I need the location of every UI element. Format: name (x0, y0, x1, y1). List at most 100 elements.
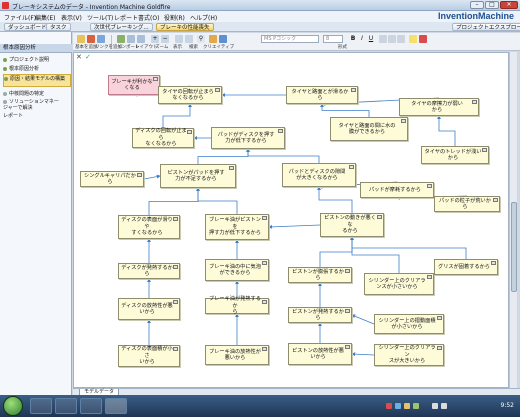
cause-link[interactable] (197, 148, 250, 164)
node-expand-icon[interactable] (173, 300, 178, 304)
cause-node[interactable]: ピストンの動きが悪くな るから (320, 213, 384, 237)
cause-link[interactable] (246, 148, 320, 163)
node-expand-icon[interactable] (262, 300, 267, 304)
node-expand-icon[interactable] (427, 184, 432, 188)
node-expand-icon[interactable] (437, 346, 442, 350)
cause-link[interactable] (350, 236, 467, 259)
cause-node[interactable]: ディスクの表面積が小さ いから (118, 345, 180, 367)
menu-help[interactable]: ヘルプ(H) (190, 13, 217, 22)
menu-view[interactable]: 表示(V) (61, 13, 82, 22)
node-expand-icon[interactable] (491, 261, 496, 265)
node-expand-icon[interactable] (427, 275, 432, 279)
cause-node[interactable]: ブレーキ油の中に気泡 ができるから (205, 259, 269, 281)
node-expand-icon[interactable] (262, 216, 267, 220)
menu-file[interactable]: ファイル(F) (4, 13, 36, 22)
fill-color-icon[interactable] (409, 35, 417, 43)
taskbar-explorer-icon[interactable] (30, 398, 52, 414)
cause-node[interactable]: ピストンが発熱するから (288, 307, 352, 323)
cause-node[interactable]: シリンダー上の摺動面積 が小さいから (374, 314, 444, 334)
node-expand-icon[interactable] (215, 88, 220, 92)
sidebar-item-cause-effect-model[interactable]: 原因・結果モデルの構築 (3, 74, 71, 87)
sidebar-item-core-problem[interactable]: 中核問題の特定 (3, 90, 71, 97)
cause-link[interactable] (351, 314, 375, 325)
tab-next-gen[interactable]: 次世代ブレーキング... (90, 23, 153, 31)
creative-icon[interactable] (209, 35, 217, 43)
diagram-canvas[interactable]: ✕ ✓ ブレーキが利かなくなる タイヤの回転が止まら なくなるから タイヤと路面とが… (73, 52, 509, 388)
cause-node[interactable]: グリスが固着するから (434, 259, 498, 275)
add-node-icon[interactable] (77, 35, 85, 43)
node-expand-icon[interactable] (262, 347, 267, 351)
align-right-icon[interactable] (397, 35, 405, 43)
taskbar-browser-icon[interactable] (55, 398, 77, 414)
taskbar-media-icon[interactable] (80, 398, 102, 414)
maximize-button[interactable]: □ (485, 1, 499, 9)
view-icon[interactable] (175, 35, 183, 43)
node-expand-icon[interactable] (377, 215, 382, 219)
add-link-icon[interactable] (97, 35, 105, 43)
node-expand-icon[interactable] (278, 129, 283, 133)
zoom-out-icon[interactable]: − (161, 35, 169, 43)
node-expand-icon[interactable] (137, 173, 142, 177)
tab-brake-loss[interactable]: ブレーキの性能喪失 (156, 23, 214, 31)
node-expand-icon[interactable] (187, 130, 192, 134)
add-problem-icon[interactable] (87, 35, 95, 43)
node-expand-icon[interactable] (345, 309, 350, 313)
cause-node[interactable]: ディスクが発熱するから (118, 263, 180, 279)
cause-link[interactable] (319, 236, 354, 267)
cause-node[interactable]: タイヤと路面の間に水の 膜ができるから (330, 117, 408, 141)
cause-node[interactable]: シリンダー上のクリアラン スが大きいから (374, 344, 444, 366)
sidebar-item-report[interactable]: レポート (3, 112, 71, 119)
cause-node[interactable]: タイヤの摩擦力が弱い から (399, 98, 479, 116)
cause-link[interactable] (143, 174, 161, 180)
sidebar-item-project-description[interactable]: プロジェクト説明 (3, 56, 71, 63)
cause-node[interactable]: ピストンの放熱性が悪 いから (288, 343, 352, 365)
binoculars-icon[interactable] (219, 35, 227, 43)
node-expand-icon[interactable] (262, 261, 267, 265)
node-expand-icon[interactable] (345, 269, 350, 273)
font-name-select[interactable]: MS Pゴシック (261, 35, 319, 43)
tray-network-icon[interactable] (395, 403, 401, 409)
cause-link[interactable] (162, 103, 192, 128)
menu-edit[interactable]: 編集(E) (35, 13, 55, 22)
cause-node[interactable]: タイヤの回転が止まら なくなるから (158, 86, 222, 104)
cause-node[interactable]: パッドがディスクを押す 力が低下するから (211, 127, 285, 149)
cause-node[interactable]: パッドの粒子が荒いか ら (434, 196, 500, 212)
menu-tools[interactable]: ツール(T) (87, 13, 113, 22)
taskbar-goldfire-icon[interactable] (105, 398, 127, 414)
node-expand-icon[interactable] (349, 165, 354, 169)
cause-node[interactable]: タイヤのトレッドが浅い から (421, 146, 489, 164)
scrollbar-thumb[interactable] (511, 202, 517, 292)
cause-node[interactable]: ブレーキ油の放熱性が 悪いから (205, 345, 269, 365)
node-expand-icon[interactable] (153, 77, 158, 81)
node-expand-icon[interactable] (482, 148, 487, 152)
tray-ime-icon[interactable] (404, 403, 410, 409)
cause-node[interactable]: タイヤと路面とが滑るか ら (286, 86, 358, 104)
node-expand-icon[interactable] (437, 316, 442, 320)
cause-node[interactable]: ディスクの回転が止まら なくなるから (132, 128, 194, 148)
close-button[interactable]: ✕ (500, 1, 518, 9)
align-center-icon[interactable] (388, 35, 396, 43)
cause-node[interactable]: パッドとディスクの隙間 が大きくなるから (282, 163, 356, 187)
cause-link[interactable] (320, 103, 370, 117)
cause-link[interactable] (317, 186, 353, 213)
node-expand-icon[interactable] (493, 198, 498, 202)
node-expand-icon[interactable] (351, 88, 356, 92)
cause-node[interactable]: ピストンがパッドを押す 力が不足するから (160, 164, 236, 188)
cause-node[interactable]: ブレーキが利かなくなる (108, 75, 160, 95)
cause-node[interactable]: シングルキャリパだから (80, 171, 144, 187)
cause-link[interactable] (351, 352, 375, 357)
node-expand-icon[interactable] (229, 166, 234, 170)
menu-format[interactable]: 書式(O) (138, 13, 159, 22)
cause-node[interactable]: ディスクの表面が滑りや すくなるから (118, 215, 180, 239)
font-size-select[interactable]: 8 (323, 35, 343, 43)
vertical-scrollbar[interactable] (509, 52, 517, 388)
zoom-in-icon[interactable]: + (151, 35, 159, 43)
node-expand-icon[interactable] (345, 345, 350, 349)
cause-node[interactable]: ブレーキ油がピストンを 押す力が低下するから (205, 214, 269, 240)
menu-report[interactable]: レポート (114, 13, 138, 22)
tray-security-icon[interactable] (413, 403, 419, 409)
cause-node[interactable]: ピストンが膨張するから (288, 267, 352, 283)
node-expand-icon[interactable] (472, 100, 477, 104)
import-icon[interactable] (117, 35, 125, 43)
tab-task[interactable]: タスク (46, 23, 71, 31)
